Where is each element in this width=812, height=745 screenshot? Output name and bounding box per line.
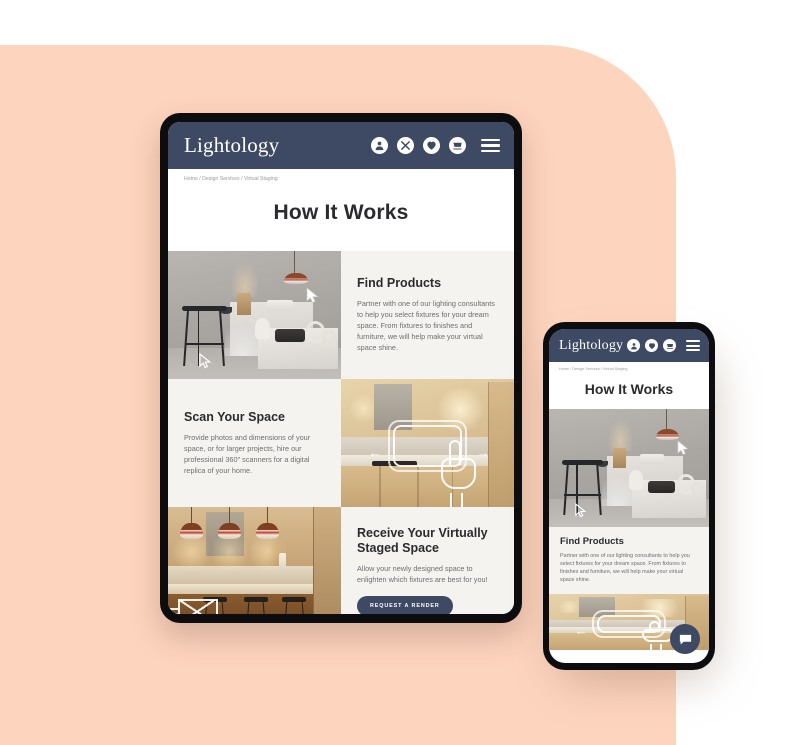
account-icon[interactable]	[371, 137, 388, 154]
hamburger-menu-icon[interactable]	[481, 138, 500, 153]
account-icon[interactable]	[627, 339, 640, 352]
section-body: Partner with one of our lighting consult…	[357, 299, 495, 353]
section-body: Provide photos and dimensions of your sp…	[184, 432, 311, 475]
section-title: Find Products	[560, 536, 624, 547]
find-products-text-panel: Find Products Partner with one of our li…	[341, 251, 514, 379]
page-title: How It Works	[168, 182, 514, 251]
menu-lines-icon	[169, 608, 179, 614]
section-body: Allow your newly designed space to enlig…	[357, 563, 488, 584]
shopping-cart-icon[interactable]	[449, 137, 466, 154]
tablet-nav-icons	[371, 137, 500, 154]
arrow-right-icon: →	[476, 444, 490, 460]
hand-tap-icon	[641, 621, 674, 651]
scan-kitchen-image: ← →	[341, 379, 514, 507]
phone-device-mockup: Lightology Home / Design Services / Virt…	[543, 322, 715, 670]
envelope-icon	[178, 599, 219, 614]
breadcrumb[interactable]: Home / Design Services / Virtual Staging	[549, 362, 709, 371]
tablet-site-header: Lightology	[168, 122, 514, 169]
showroom-image	[168, 251, 341, 379]
section-row-find-products: Find Products Partner with one of our li…	[168, 251, 514, 379]
brand-logo[interactable]: Lightology	[559, 338, 623, 354]
arrow-left-icon: ←	[574, 622, 588, 638]
page-title: How It Works	[549, 371, 709, 409]
section-title: Receive Your Virtually Staged Space	[357, 526, 488, 555]
wishlist-heart-icon[interactable]	[423, 137, 440, 154]
staged-kitchen-image	[168, 507, 341, 614]
request-a-render-button[interactable]: REQUEST A RENDER	[357, 595, 453, 614]
section-title: Scan Your Space	[184, 409, 285, 424]
breadcrumb[interactable]: Home / Design Services / Virtual Staging	[168, 169, 514, 182]
scan-your-space-text-panel: Scan Your Space Provide photos and dimen…	[168, 379, 341, 507]
phone-site-header: Lightology	[549, 329, 709, 362]
tools-icon[interactable]	[397, 137, 414, 154]
find-products-text-panel: Find Products Partner with one of our li…	[549, 527, 709, 595]
tablet-device-mockup: Lightology Home / Design Services / Virt…	[160, 113, 522, 623]
chat-bubble-icon	[679, 634, 691, 644]
shopping-cart-icon[interactable]	[663, 339, 676, 352]
chat-bubble-button[interactable]	[670, 624, 700, 654]
phone-nav-icons	[627, 339, 700, 352]
tablet-screen: Lightology Home / Design Services / Virt…	[168, 122, 514, 614]
phone-screen: Lightology Home / Design Services / Virt…	[549, 329, 709, 663]
hamburger-menu-icon[interactable]	[686, 340, 700, 351]
receive-staged-space-text-panel: Receive Your Virtually Staged Space Allo…	[341, 507, 514, 614]
section-row-scan-your-space: Scan Your Space Provide photos and dimen…	[168, 379, 514, 507]
showroom-image	[549, 409, 709, 527]
section-body: Partner with one of our lighting consult…	[560, 553, 690, 584]
hand-tap-icon	[441, 440, 476, 507]
wishlist-heart-icon[interactable]	[645, 339, 658, 352]
brand-logo[interactable]: Lightology	[184, 133, 279, 158]
arrow-left-icon: ←	[368, 444, 382, 460]
section-title: Find Products	[357, 276, 442, 291]
section-row-receive-staged-space: Receive Your Virtually Staged Space Allo…	[168, 507, 514, 614]
